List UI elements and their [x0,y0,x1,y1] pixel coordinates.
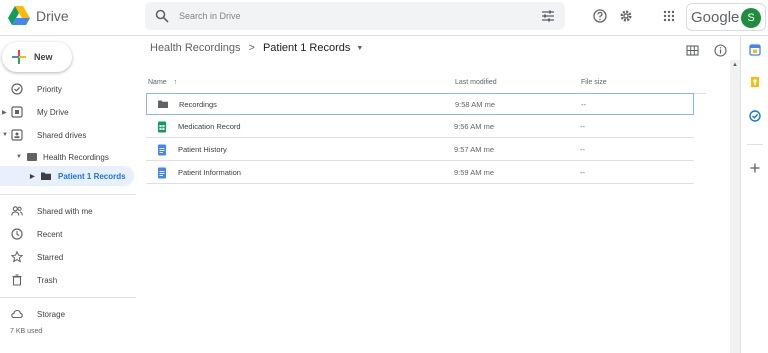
breadcrumb-parent[interactable]: Health Recordings [150,42,241,54]
file-modified: 9:58 AM me [455,99,496,109]
expand-caret-icon[interactable]: ▶ [2,109,7,116]
search-options-icon[interactable] [541,9,555,23]
sidebar-item-label: Priority [37,84,62,94]
breadcrumb: Health Recordings > Patient 1 Records ▼ [150,42,363,54]
sidebar-item-health-recordings[interactable]: ▼ Health Recordings [0,147,136,167]
chevron-down-icon[interactable]: ▼ [356,45,363,52]
docs-icon [158,167,166,178]
google-account-area[interactable]: Google S [686,3,766,31]
file-name: Patient Information [178,168,241,177]
sidebar-item-label: Shared drives [37,130,87,140]
apps-grid-icon[interactable] [662,9,676,23]
sidebar-item-patient-1-records[interactable]: ▶ Patient 1 Records [0,166,134,186]
column-header-name[interactable]: Name ↑ [148,79,177,86]
folder-icon [41,172,51,180]
sidebar-item-recent[interactable]: Recent [0,224,136,244]
rail-divider [747,144,763,145]
keep-icon[interactable] [749,76,761,88]
settings-gear-icon[interactable] [619,9,633,23]
main-content: Health Recordings > Patient 1 Records ▼ … [136,36,730,353]
file-modified: 9:59 AM me [454,168,495,177]
sidebar-item-label: My Drive [37,107,69,117]
table-row[interactable]: Medication Record 9:56 AM me -- [146,116,694,138]
help-icon[interactable] [593,9,607,23]
file-size: -- [580,122,585,131]
expand-caret-icon[interactable]: ▶ [30,173,35,180]
sidebar-item-storage[interactable]: Storage [0,304,136,324]
new-button[interactable]: New [2,42,72,72]
table-row[interactable]: Patient Information 9:59 AM me -- [146,162,694,184]
drive-logo[interactable]: Drive [8,6,69,26]
sidebar-item-shared-drives[interactable]: ▼ Shared drives [0,125,136,145]
sidebar: New Priority ▶ My Drive ▼ Shared drives … [0,36,136,353]
file-size: -- [581,99,586,109]
collapse-caret-icon[interactable]: ▼ [16,154,22,160]
sidebar-item-starred[interactable]: Starred [0,247,136,267]
scroll-up-arrow-icon[interactable]: ▲ [732,62,738,68]
sidebar-item-my-drive[interactable]: ▶ My Drive [0,102,136,122]
file-name: Medication Record [178,122,241,131]
search-bar[interactable] [145,2,565,30]
sidebar-item-label: Storage [37,309,66,319]
column-header-size[interactable]: File size [581,79,607,86]
sidebar-item-label: Patient 1 Records [58,171,126,181]
file-name: Recordings [179,99,217,109]
sheets-icon [158,121,166,132]
priority-icon [11,83,23,95]
search-icon[interactable] [155,9,169,23]
grid-view-icon[interactable] [686,44,699,57]
avatar[interactable]: S [741,8,761,28]
add-addon-plus-icon[interactable] [749,162,761,174]
top-bar: Drive Search in Drive Google S [0,0,768,36]
table-row[interactable]: Patient History 9:57 AM me -- [146,139,694,161]
scrollbar[interactable]: ▲ [730,60,740,353]
people-icon [11,206,23,216]
docs-icon [158,144,166,155]
shared-drives-icon [11,129,23,141]
drive-app: Drive Search in Drive Google S New Prior… [0,0,768,353]
info-icon[interactable] [714,44,727,57]
sidebar-divider [0,194,136,195]
sidebar-item-trash[interactable]: Trash [0,270,136,290]
sidebar-item-label: Trash [37,275,58,285]
sidebar-item-label: Health Recordings [43,152,109,162]
my-drive-icon [11,106,23,118]
sort-arrow-up-icon[interactable]: ↑ [174,79,178,86]
star-icon [11,251,23,263]
cloud-icon [11,309,23,319]
file-size: -- [580,168,585,177]
sidebar-item-shared-with-me[interactable]: Shared with me [0,201,136,221]
storage-used-text: 7 KB used [10,328,43,335]
file-size: -- [580,145,585,154]
drive-logo-icon [8,6,30,25]
google-wordmark: Google [691,8,740,26]
sidebar-divider [0,297,136,298]
collapse-caret-icon[interactable]: ▼ [2,132,8,138]
table-row[interactable]: Recordings 9:58 AM me -- [146,93,694,115]
shared-drive-icon [27,153,37,161]
folder-icon [158,100,168,108]
chevron-right-icon: > [248,42,255,54]
file-modified: 9:57 AM me [454,145,495,154]
plus-icon [12,50,26,64]
search-input[interactable] [179,11,519,21]
calendar-icon[interactable] [749,44,761,56]
file-modified: 9:56 AM me [454,122,495,131]
clock-icon [11,228,23,240]
file-table-header: Name ↑ Last modified File size [146,74,706,94]
tasks-icon[interactable] [749,110,761,122]
new-button-label: New [34,52,53,62]
sidebar-item-priority[interactable]: Priority [0,79,136,99]
app-name: Drive [36,8,69,24]
sidebar-item-label: Starred [37,252,64,262]
trash-icon [12,274,22,286]
file-name: Patient History [178,145,227,154]
column-header-modified[interactable]: Last modified [455,79,497,86]
side-panel-rail [740,36,768,353]
sidebar-item-label: Shared with me [37,206,93,216]
sidebar-item-label: Recent [37,229,63,239]
breadcrumb-current[interactable]: Patient 1 Records [263,42,350,54]
